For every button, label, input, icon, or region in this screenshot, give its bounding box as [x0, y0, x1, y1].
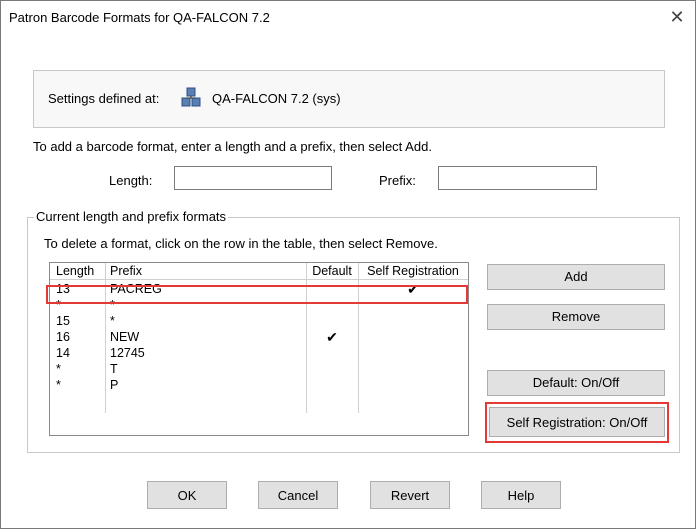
server-icon: [181, 87, 201, 107]
settings-value: QA-FALCON 7.2 (sys): [212, 91, 341, 106]
cell-prefix: T: [110, 362, 118, 376]
settings-panel: Settings defined at: QA-FALCON 7.2 (sys): [33, 70, 665, 128]
column-header-default[interactable]: Default: [306, 263, 358, 279]
prefix-input[interactable]: [438, 166, 597, 190]
cell-default: [306, 281, 358, 297]
cell-self-registration: ✔: [407, 281, 419, 297]
cell-length: 14: [56, 346, 70, 360]
header-divider: [50, 279, 468, 280]
column-header-prefix[interactable]: Prefix: [110, 263, 142, 279]
remove-button[interactable]: Remove: [487, 304, 665, 330]
table-row[interactable]: 14 12745: [50, 345, 468, 361]
revert-button[interactable]: Revert: [370, 481, 450, 509]
cell-self-registration: [358, 345, 468, 361]
column-header-length[interactable]: Length: [56, 263, 94, 279]
table-row[interactable]: * *: [50, 297, 468, 313]
cell-self-registration: [358, 329, 468, 345]
cell-default: [306, 313, 358, 329]
cell-self-registration: [358, 313, 468, 329]
cell-prefix: *: [110, 314, 115, 328]
cell-length: *: [56, 362, 61, 376]
column-header-self-registration[interactable]: Self Registration: [358, 263, 468, 279]
cell-length: *: [56, 378, 61, 392]
add-instructions: To add a barcode format, enter a length …: [33, 139, 432, 154]
window-title: Patron Barcode Formats for QA-FALCON 7.2: [9, 10, 270, 25]
ok-button[interactable]: OK: [147, 481, 227, 509]
cell-length: 13: [56, 282, 70, 296]
self-registration-toggle-button[interactable]: Self Registration: On/Off: [489, 407, 665, 437]
title-bar: Patron Barcode Formats for QA-FALCON 7.2…: [1, 1, 695, 35]
default-toggle-button[interactable]: Default: On/Off: [487, 370, 665, 396]
length-input[interactable]: [174, 166, 332, 190]
delete-instructions: To delete a format, click on the row in …: [44, 236, 438, 251]
cell-prefix: PACREG: [110, 282, 162, 296]
cell-self-registration: [358, 361, 468, 377]
dialog-window: Patron Barcode Formats for QA-FALCON 7.2…: [0, 0, 696, 529]
formats-table[interactable]: Length Prefix Default Self Registration …: [49, 262, 469, 436]
cell-default: [306, 297, 358, 313]
table-header: Length Prefix Default Self Registration: [50, 263, 468, 279]
close-icon[interactable]: ✕: [663, 3, 691, 31]
cell-default: [306, 361, 358, 377]
length-label: Length:: [109, 173, 153, 188]
table-row[interactable]: 15 *: [50, 313, 468, 329]
table-row[interactable]: 16 NEW ✔: [50, 329, 468, 345]
help-button[interactable]: Help: [481, 481, 561, 509]
settings-label: Settings defined at:: [48, 91, 160, 106]
cell-prefix: NEW: [110, 330, 140, 344]
table-row[interactable]: 13 PACREG ✔: [50, 281, 468, 297]
formats-group-label: Current length and prefix formats: [34, 209, 229, 224]
cell-length: *: [56, 298, 61, 312]
cell-prefix: P: [110, 378, 119, 392]
cancel-button[interactable]: Cancel: [258, 481, 338, 509]
table-row[interactable]: * P: [50, 377, 468, 393]
cell-length: 16: [56, 330, 70, 344]
cell-prefix: 12745: [110, 346, 145, 360]
cell-prefix: *: [110, 298, 115, 312]
cell-self-registration: [358, 377, 468, 393]
cell-self-registration: [358, 297, 468, 313]
prefix-label: Prefix:: [379, 173, 416, 188]
cell-length: 15: [56, 314, 70, 328]
table-row[interactable]: * T: [50, 361, 468, 377]
cell-default: ✔: [326, 329, 338, 345]
add-button[interactable]: Add: [487, 264, 665, 290]
cell-default: [306, 345, 358, 361]
cell-default: [306, 377, 358, 393]
